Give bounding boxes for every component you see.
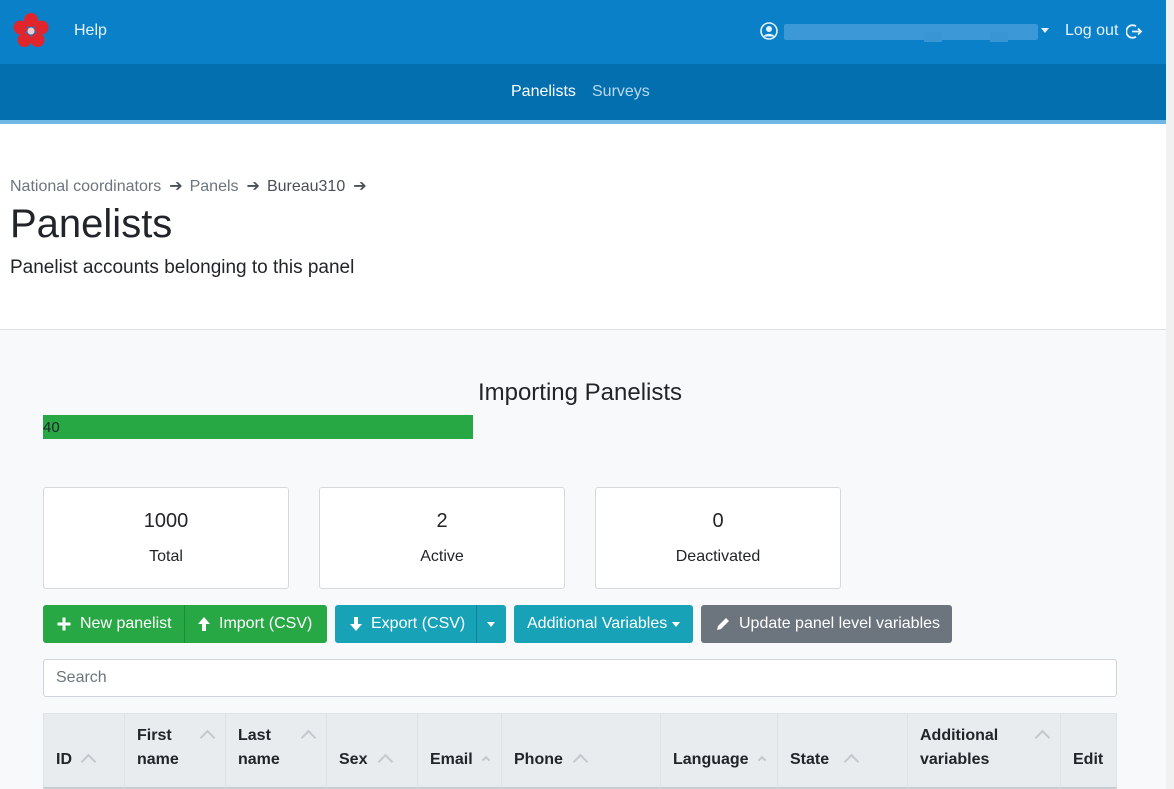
- logout-link[interactable]: Log out: [1065, 22, 1118, 40]
- sort-ascending-icon[interactable]: [572, 753, 589, 770]
- column-header-additional-variables[interactable]: Additional variables: [908, 714, 1061, 788]
- stat-value: 0: [712, 510, 724, 532]
- download-arrow-icon: [350, 617, 362, 631]
- search-input[interactable]: [43, 659, 1117, 697]
- progress-fill: [43, 415, 473, 439]
- export-csv-label: Export (CSV): [371, 615, 466, 632]
- column-header-phone[interactable]: Phone: [502, 714, 661, 788]
- column-header-last-name[interactable]: Last name: [226, 714, 327, 788]
- sort-ascending-icon[interactable]: [843, 753, 860, 770]
- column-header-state[interactable]: State: [778, 714, 908, 788]
- stat-value: 1000: [143, 510, 189, 532]
- arrow-right-icon: ➔: [169, 178, 183, 195]
- additional-variables-label: Additional Variables: [527, 615, 668, 632]
- arrow-right-icon: ➔: [246, 178, 260, 195]
- import-progress-bar: 40: [43, 415, 1117, 439]
- section-nav: Panelists Surveys: [0, 64, 1166, 120]
- pencil-icon: [717, 618, 729, 630]
- user-name-redacted[interactable]: [784, 24, 1038, 42]
- additional-variables-dropdown[interactable]: Additional Variables: [514, 605, 693, 643]
- stat-card-deactivated: 0 Deactivated: [595, 487, 841, 589]
- upload-arrow-icon: [198, 617, 210, 631]
- arrow-right-icon: ➔: [353, 178, 367, 195]
- nav-panelists[interactable]: Panelists: [511, 83, 576, 101]
- chevron-down-icon: [672, 621, 681, 627]
- breadcrumb-bureau[interactable]: Bureau310: [267, 178, 345, 195]
- page-subtitle: Panelist accounts belonging to this pane…: [10, 257, 355, 278]
- sort-ascending-icon[interactable]: [757, 755, 767, 765]
- new-panelist-label: New panelist: [80, 615, 172, 632]
- chevron-down-icon[interactable]: [1041, 28, 1049, 33]
- export-csv-button[interactable]: Export (CSV): [335, 605, 476, 643]
- column-header-edit: Edit: [1073, 751, 1104, 768]
- sort-ascending-icon[interactable]: [80, 753, 97, 770]
- update-panel-variables-button[interactable]: Update panel level variables: [701, 605, 952, 643]
- stat-label: Deactivated: [675, 548, 761, 565]
- column-header-sex[interactable]: Sex: [327, 714, 418, 788]
- column-header-language[interactable]: Language: [661, 714, 778, 788]
- logout-icon[interactable]: [1126, 23, 1143, 40]
- sort-ascending-icon[interactable]: [481, 755, 491, 765]
- page-scrollbar[interactable]: [1166, 0, 1174, 789]
- nav-surveys[interactable]: Surveys: [592, 83, 650, 101]
- column-header-id[interactable]: ID: [44, 714, 125, 788]
- update-panel-variables-label: Update panel level variables: [739, 615, 941, 632]
- stat-card-total: 1000 Total: [43, 487, 289, 589]
- import-csv-label: Import (CSV): [219, 615, 313, 632]
- sort-ascending-icon[interactable]: [300, 729, 317, 746]
- import-progress-title: Importing Panelists: [477, 379, 683, 406]
- panelists-table: ID First name Last name Sex Email Phone La…: [43, 713, 1117, 789]
- user-account-icon[interactable]: [760, 22, 778, 40]
- page-title: Panelists: [10, 202, 173, 246]
- sort-ascending-icon[interactable]: [377, 753, 394, 770]
- import-csv-button[interactable]: Import (CSV): [184, 605, 327, 643]
- progress-label: 40: [43, 419, 60, 436]
- stat-value: 2: [436, 510, 448, 532]
- plus-icon: [57, 617, 71, 631]
- breadcrumb-panels[interactable]: Panels: [190, 178, 239, 195]
- column-header-email[interactable]: Email: [418, 714, 502, 788]
- stat-label: Active: [420, 548, 464, 565]
- stat-label: Total: [149, 548, 183, 565]
- app-logo-icon[interactable]: [13, 13, 49, 49]
- sort-ascending-icon[interactable]: [1034, 729, 1051, 746]
- breadcrumb-national-coordinators[interactable]: National coordinators: [10, 178, 161, 195]
- top-navbar: Help Log out: [0, 0, 1166, 64]
- page-header: National coordinators ➔ Panels ➔ Bureau310 ➔ …: [0, 124, 1166, 330]
- new-panelist-button[interactable]: New panelist: [43, 605, 185, 643]
- export-options-dropdown[interactable]: [476, 605, 506, 643]
- sort-ascending-icon[interactable]: [199, 729, 216, 746]
- column-header-first-name[interactable]: First name: [125, 714, 226, 788]
- stat-card-active: 2 Active: [319, 487, 565, 589]
- breadcrumb: National coordinators ➔ Panels ➔ Bureau310 ➔: [10, 176, 374, 196]
- chevron-down-icon: [487, 621, 495, 627]
- help-link[interactable]: Help: [74, 22, 107, 40]
